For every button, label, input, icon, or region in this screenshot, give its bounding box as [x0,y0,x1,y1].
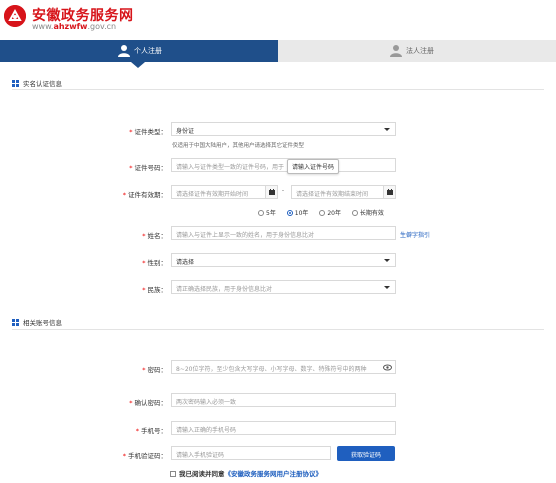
validity-options: 5年 10年 20年 长期有效 [258,208,393,217]
id-type-hint: 仅适用于中国大陆用户，其他用户请选择其它证件类型 [172,143,305,149]
tab-label: 个人注册 [134,47,162,55]
validity-end-input[interactable]: 请选择证件有效期结束时间 [291,185,384,199]
grid-icon [12,319,19,326]
section-divider [12,89,544,90]
id-type-label: * 证件类型： [129,128,167,136]
agreement-row: 我已阅读并同意《安徽政务服务网用户注册协议》 [170,468,322,478]
radio-5-years[interactable]: 5年 [258,208,276,217]
radio-icon [319,210,326,216]
chevron-down-icon [384,128,390,131]
site-url: www.ahzwfw.gov.cn [32,22,117,31]
grid-icon [12,80,19,87]
active-tab-indicator [131,62,145,68]
password-input[interactable]: 8~20位字符，至少包含大写字母、小写字母、数字、特殊符号中的两种 [171,360,396,374]
radio-10-years[interactable]: 10年 [286,208,308,217]
chevron-down-icon [384,286,390,289]
id-type-select[interactable]: 身份证 [171,122,396,136]
phone-input[interactable]: 请输入正确的手机号码 [171,421,396,435]
user-icon [118,45,130,57]
phone-label: * 手机号： [135,427,167,435]
calendar-icon[interactable] [266,185,278,199]
user-icon [390,45,402,57]
confirm-password-input[interactable]: 两次密码输入必须一致 [171,393,396,407]
section-divider [12,329,544,330]
radio-permanent[interactable]: 长期有效 [351,208,384,217]
get-code-button[interactable]: 获取验证码 [337,446,395,461]
agreement-checkbox[interactable] [170,471,176,477]
section-title-identity: 实名认证信息 [12,78,62,88]
radio-icon [258,210,264,216]
agreement-link[interactable]: 《安徽政务服务网用户注册协议》 [225,470,323,478]
rare-character-guide-link[interactable]: 生僻字指引 [400,230,430,239]
id-number-input[interactable]: 请输入与证件类型一致的证件号码，用于 [171,158,396,172]
tab-personal-registration[interactable]: 个人注册 [0,40,278,68]
tab-label: 法人注册 [406,47,434,55]
calendar-icon[interactable] [384,185,396,199]
tab-legal-registration[interactable]: 法人注册 [278,40,556,62]
name-input[interactable]: 请输入与证件上显示一致的姓名，用于身份信息比对 [171,226,396,240]
site-header: 安徽政务服务网 www.ahzwfw.gov.cn [0,0,556,40]
radio-20-years[interactable]: 20年 [319,208,341,217]
id-number-label: * 证件号码： [129,164,167,172]
password-label: * 密码： [142,366,167,374]
validity-label: * 证件有效期： [122,191,167,199]
radio-icon [351,210,358,216]
date-range-separator: - [282,188,284,194]
section-title-account: 相关账号信息 [12,317,62,327]
ethnicity-select[interactable]: 请正确选择民族，用于身份信息比对 [171,280,396,294]
radio-selected-icon [286,210,293,216]
sms-code-input[interactable]: 请输入手机验证码 [171,446,331,460]
validity-start-input[interactable]: 请选择证件有效期开始时间 [171,185,266,199]
registration-tabs: 个人注册 法人注册 [0,40,556,68]
confirm-password-label: * 确认密码： [129,399,167,407]
gender-select[interactable]: 请选择 [171,253,396,267]
sms-code-label: * 手机验证码： [122,452,167,460]
id-number-tooltip: 请输入证件号码 [287,159,340,174]
ethnicity-label: * 民族： [142,286,167,294]
name-label: * 姓名： [142,232,167,240]
gender-label: * 性别： [142,259,167,267]
chevron-down-icon [384,259,390,262]
eye-icon[interactable] [383,364,392,371]
site-logo-icon [4,5,26,27]
